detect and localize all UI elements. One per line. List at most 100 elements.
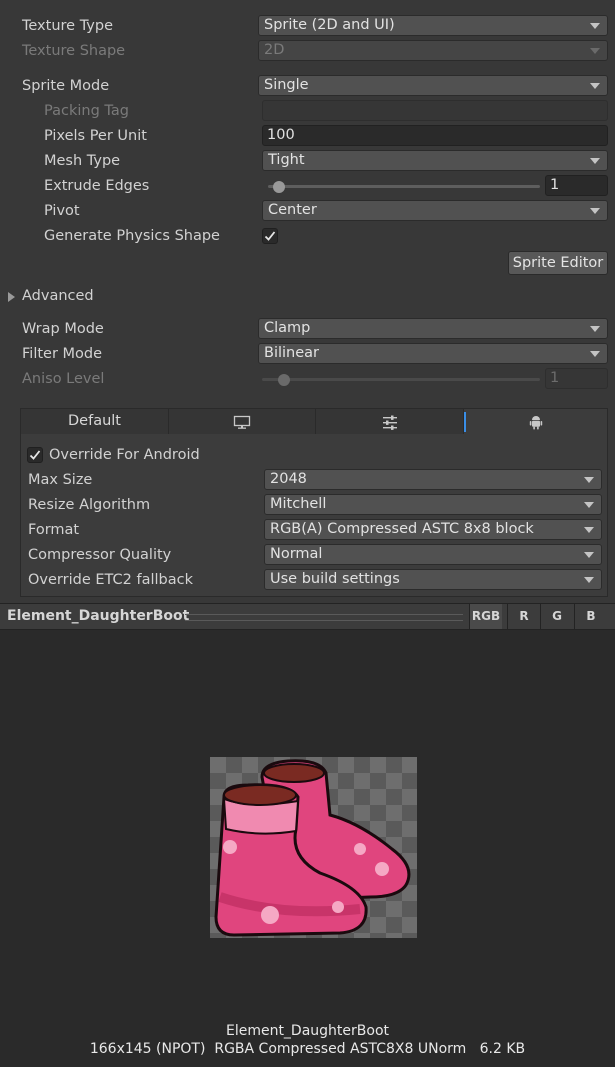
mesh-type-dropdown[interactable]: Tight <box>262 150 608 171</box>
platform-tabs: Default <box>20 408 608 435</box>
extrude-edges-slider-track[interactable] <box>268 185 540 188</box>
channel-rgb-button[interactable]: RGB <box>469 604 502 629</box>
generate-physics-shape-row: Generate Physics Shape <box>0 224 615 249</box>
channel-g-button[interactable]: G <box>540 604 573 629</box>
aniso-level-slider-thumb <box>278 374 291 386</box>
advanced-label: Advanced <box>22 288 94 304</box>
resize-algorithm-row: Resize Algorithm Mitchell <box>0 493 615 518</box>
drag-handle[interactable] <box>185 614 463 621</box>
mesh-type-row: Mesh Type Tight <box>0 149 615 174</box>
chevron-down-icon <box>590 208 600 214</box>
packing-tag-label: Packing Tag <box>44 103 129 119</box>
chevron-down-icon <box>590 48 600 54</box>
monitor-icon <box>233 415 251 429</box>
extrude-edges-label: Extrude Edges <box>44 178 150 194</box>
texture-shape-label: Texture Shape <box>22 43 126 59</box>
chevron-down-icon <box>590 326 600 332</box>
packing-tag-row: Packing Tag <box>0 99 615 124</box>
filter-mode-value: Bilinear <box>264 345 319 361</box>
extrude-edges-field[interactable]: 1 <box>545 175 608 196</box>
format-row: Format RGB(A) Compressed ASTC 8x8 block <box>0 518 615 543</box>
channel-b-button[interactable]: B <box>574 604 607 629</box>
resize-algorithm-label: Resize Algorithm <box>28 497 151 513</box>
extrude-edges-slider-thumb[interactable] <box>272 181 285 193</box>
compressor-quality-dropdown[interactable]: Normal <box>264 544 602 565</box>
sprite-mode-row: Sprite Mode Single <box>0 74 615 99</box>
format-dropdown[interactable]: RGB(A) Compressed ASTC 8x8 block <box>264 519 602 540</box>
generate-physics-shape-checkbox[interactable] <box>262 228 278 244</box>
texture-shape-dropdown: 2D <box>258 40 608 61</box>
channel-r-button[interactable]: R <box>507 604 540 629</box>
pixels-per-unit-row: Pixels Per Unit 100 <box>0 124 615 149</box>
channel-buttons: RGB R G B <box>469 604 615 629</box>
tab-active-indicator <box>464 412 466 432</box>
pivot-label: Pivot <box>44 203 80 219</box>
aniso-level-slider-track <box>262 378 540 381</box>
pixels-per-unit-field[interactable]: 100 <box>262 125 608 146</box>
chevron-down-icon <box>590 351 600 357</box>
android-icon <box>529 416 542 430</box>
texture-shape-value: 2D <box>264 42 285 58</box>
wrap-mode-dropdown[interactable]: Clamp <box>258 318 608 339</box>
sprite-mode-label: Sprite Mode <box>22 78 110 94</box>
override-etc2-row: Override ETC2 fallback Use build setting… <box>0 568 615 593</box>
pivot-row: Pivot Center <box>0 199 615 224</box>
texture-type-row: Texture Type Sprite (2D and UI) <box>0 14 615 39</box>
sliders-icon <box>382 415 397 430</box>
advanced-foldout[interactable]: Advanced <box>0 284 615 309</box>
pivot-value: Center <box>268 202 317 218</box>
override-android-checkbox[interactable] <box>27 447 43 463</box>
pivot-dropdown[interactable]: Center <box>262 200 608 221</box>
texture-type-label: Texture Type <box>22 18 113 34</box>
foldout-arrow-icon <box>8 292 15 302</box>
texture-type-value: Sprite (2D and UI) <box>264 17 395 33</box>
tab-default[interactable]: Default <box>20 408 169 435</box>
wrap-mode-value: Clamp <box>264 320 311 336</box>
sprite-mode-dropdown[interactable]: Single <box>258 75 608 96</box>
tab-android[interactable] <box>463 408 608 435</box>
filter-mode-dropdown[interactable]: Bilinear <box>258 343 608 364</box>
max-size-value: 2048 <box>270 471 307 487</box>
aniso-level-field: 1 <box>545 368 608 389</box>
chevron-down-icon <box>584 552 594 558</box>
tab-standalone[interactable] <box>168 408 316 435</box>
preview-info: 166x145 (NPOT) RGBA Compressed ASTC8X8 U… <box>89 1041 526 1057</box>
filter-mode-row: Filter Mode Bilinear <box>0 342 615 367</box>
override-android-row: Override For Android <box>0 443 615 468</box>
chevron-down-icon <box>590 83 600 89</box>
chevron-down-icon <box>584 502 594 508</box>
override-android-label: Override For Android <box>49 447 200 463</box>
mesh-type-label: Mesh Type <box>44 153 121 169</box>
packing-tag-field <box>262 100 608 121</box>
chevron-down-icon <box>590 158 600 164</box>
format-label: Format <box>28 522 80 538</box>
generate-physics-shape-label: Generate Physics Shape <box>44 228 220 244</box>
override-etc2-dropdown[interactable]: Use build settings <box>264 569 602 590</box>
resize-algorithm-value: Mitchell <box>270 496 327 512</box>
extrude-edges-row: Extrude Edges 1 <box>0 174 615 199</box>
chevron-down-icon <box>584 527 594 533</box>
chevron-down-icon <box>590 23 600 29</box>
filter-mode-label: Filter Mode <box>22 346 103 362</box>
format-value: RGB(A) Compressed ASTC 8x8 block <box>270 521 534 537</box>
sprite-mode-value: Single <box>264 77 309 93</box>
wrap-mode-row: Wrap Mode Clamp <box>0 317 615 342</box>
texture-shape-row: Texture Shape 2D <box>0 39 615 64</box>
texture-type-dropdown[interactable]: Sprite (2D and UI) <box>258 15 608 36</box>
preview-asset-name: Element_DaughterBoot <box>225 1023 390 1039</box>
pixels-per-unit-label: Pixels Per Unit <box>44 128 147 144</box>
texture-preview-area: Element_DaughterBoot 166x145 (NPOT) RGBA… <box>0 630 615 1067</box>
tab-server[interactable] <box>315 408 464 435</box>
chevron-down-icon <box>584 477 594 483</box>
sprite-editor-button[interactable]: Sprite Editor <box>508 251 608 275</box>
max-size-dropdown[interactable]: 2048 <box>264 469 602 490</box>
preview-header: Element_DaughterBoot RGB R G B <box>0 603 615 630</box>
wrap-mode-label: Wrap Mode <box>22 321 104 337</box>
checkmark-icon <box>29 450 41 460</box>
compressor-quality-row: Compressor Quality Normal <box>0 543 615 568</box>
checkmark-icon <box>264 231 276 241</box>
aniso-level-label: Aniso Level <box>22 371 105 387</box>
max-size-label: Max Size <box>28 472 93 488</box>
resize-algorithm-dropdown[interactable]: Mitchell <box>264 494 602 515</box>
chevron-down-icon <box>584 577 594 583</box>
